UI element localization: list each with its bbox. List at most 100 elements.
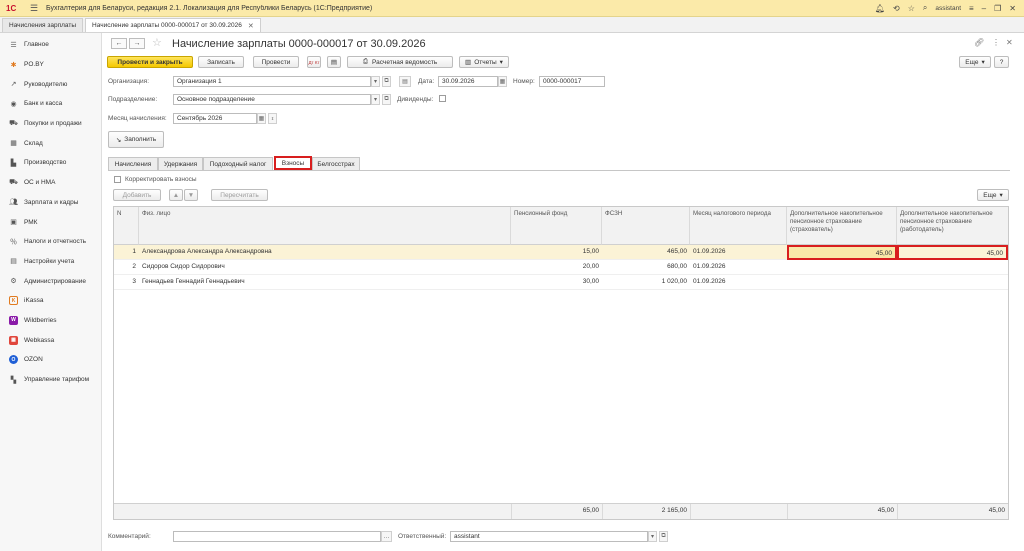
sidebar-item-accounting-settings[interactable]: ▤ Настройки учета	[0, 252, 101, 272]
tab-deductions[interactable]: Удержания	[158, 157, 203, 170]
dept-dropdown[interactable]: ▾	[371, 94, 380, 105]
bell-icon[interactable]: 🔔︎	[875, 4, 885, 13]
move-down-button[interactable]: ▼	[184, 189, 198, 201]
sidebar-item-sales[interactable]: ⛟ Покупки и продажи	[0, 114, 101, 134]
sidebar-item-main[interactable]: ☰ Главное	[0, 35, 101, 55]
ikassa-icon: K	[9, 296, 18, 306]
month-calendar-icon[interactable]: ▦	[257, 113, 266, 124]
settings-icon[interactable]: ≡	[969, 4, 974, 13]
tab-income-tax[interactable]: Подоходный налог	[203, 157, 273, 170]
sidebar-item-admin[interactable]: ⚙ Администрирование	[0, 271, 101, 291]
table-row[interactable]: 2 Сидоров Сидор Сидорович 20,00 680,00 0…	[114, 260, 1008, 275]
sidebar-item-ozon[interactable]: O OZON	[0, 350, 101, 370]
calendar-icon[interactable]: ▦	[498, 76, 507, 87]
dividends-checkbox[interactable]	[439, 95, 446, 102]
link-icon[interactable]: 🔗︎	[974, 38, 984, 47]
structure-button[interactable]: ▤	[327, 56, 341, 68]
tab-accruals[interactable]: Начисления	[108, 157, 158, 170]
user-name[interactable]: assistant	[935, 5, 961, 12]
gear-icon: ⚙	[10, 278, 17, 286]
recalculate-button[interactable]: Пересчитать	[211, 189, 268, 201]
close-tab-icon[interactable]: ✕	[248, 22, 254, 30]
sidebar-item-poby[interactable]: ✱ PO.BY	[0, 55, 101, 75]
star-icon[interactable]: ☆	[908, 4, 915, 13]
correct-contributions-checkbox[interactable]	[114, 176, 121, 183]
dept-field[interactable]: Основное подразделение	[173, 94, 371, 105]
sidebar-item-production[interactable]: ▙ Производство	[0, 153, 101, 173]
title-bar: 1С ☰ Бухгалтерия для Беларуси, редакция …	[0, 0, 1024, 17]
tab-belgosstrakh[interactable]: Белгосстрах	[312, 157, 360, 170]
number-field[interactable]: 0000-000017	[539, 76, 605, 87]
bank-icon: ◉	[10, 100, 17, 108]
payslip-button[interactable]: ⎙ Расчетная ведомость	[347, 56, 453, 68]
col-pension[interactable]: Пенсионный фонд	[511, 207, 602, 245]
responsible-open[interactable]: ⧉	[659, 531, 668, 542]
favorite-star-icon[interactable]: ☆	[152, 36, 162, 49]
close-form-icon[interactable]: ✕	[1006, 38, 1013, 47]
sidebar-item-webkassa[interactable]: ▦ Webkassa	[0, 330, 101, 350]
minimize-icon[interactable]: –	[982, 4, 986, 13]
col-tax-month[interactable]: Месяц налогового периода	[690, 207, 787, 245]
responsible-field[interactable]: assistant	[450, 531, 648, 542]
insurance-insurer-cell[interactable]: 45,00	[787, 245, 897, 260]
tab-salary-list[interactable]: Начисления зарплаты	[2, 18, 84, 32]
org-field[interactable]: Организация 1	[173, 76, 371, 87]
org-dropdown[interactable]: ▾	[371, 76, 380, 87]
dept-open[interactable]: ⧉	[382, 94, 391, 105]
sidebar-item-assets[interactable]: ⛟ ОС и НМА	[0, 173, 101, 193]
responsible-label: Ответственный:	[398, 533, 447, 540]
responsible-dropdown[interactable]: ▾	[648, 531, 657, 542]
dt-kt-button[interactable]: Дт Кт	[307, 56, 321, 68]
tab-salary-document[interactable]: Начисление зарплаты 0000-000017 от 30.09…	[85, 18, 261, 32]
table-row[interactable]: 3 Геннадьев Геннадий Геннадьевич 30,00 1…	[114, 275, 1008, 290]
total-pension: 65,00	[511, 504, 602, 519]
add-button[interactable]: Добавить	[113, 189, 161, 201]
contributions-table[interactable]: N Физ. лицо Пенсионный фонд ФСЗН Месяц н…	[113, 206, 1009, 520]
help-button[interactable]: ?	[994, 56, 1009, 68]
structure-icon: ▤	[330, 59, 338, 66]
restore-icon[interactable]: ❐	[994, 4, 1001, 13]
total-insurance-employer: 45,00	[897, 504, 1008, 519]
org-open[interactable]: ⧉	[382, 76, 391, 87]
insurance-employer-cell[interactable]: 45,00	[897, 245, 1008, 260]
sidebar-item-manager[interactable]: ↗ Руководителю	[0, 74, 101, 94]
sidebar-item-tariff[interactable]: ▚ Управление тарифом	[0, 370, 101, 390]
post-button[interactable]: Провести	[253, 56, 299, 68]
comment-field[interactable]	[173, 531, 381, 542]
help-icon: ?	[999, 58, 1004, 66]
more-vertical-icon[interactable]: ⋮	[992, 38, 1000, 47]
col-fszn[interactable]: ФСЗН	[602, 207, 690, 245]
sidebar-item-warehouse[interactable]: ▦ Склад	[0, 133, 101, 153]
sidebar-item-salary[interactable]: 👥︎ Зарплата и кадры	[0, 193, 101, 213]
fill-button[interactable]: ↘ Заполнить	[108, 131, 164, 148]
sidebar-item-bank[interactable]: ◉ Банк и касса	[0, 94, 101, 114]
move-up-button[interactable]: ▲	[169, 189, 183, 201]
comment-expand-button[interactable]: …	[381, 531, 392, 542]
sidebar-item-rmk[interactable]: ▣ РМК	[0, 212, 101, 232]
col-person[interactable]: Физ. лицо	[139, 207, 511, 245]
sidebar-item-taxes[interactable]: ％ Налоги и отчетность	[0, 232, 101, 252]
col-insurance-employer[interactable]: Дополнительное накопительное пенсионное …	[897, 207, 1008, 245]
col-n[interactable]: N	[114, 207, 139, 245]
post-and-close-button[interactable]: Провести и закрыть	[107, 56, 193, 68]
month-field[interactable]: Сентябрь 2026	[173, 113, 257, 124]
history-icon[interactable]: ⟲	[893, 4, 900, 13]
forward-button[interactable]: →	[129, 38, 145, 49]
back-button[interactable]: ←	[111, 38, 127, 49]
month-stepper[interactable]: ⇕	[268, 113, 277, 124]
col-insurance-insurer[interactable]: Дополнительное накопительное пенсионное …	[787, 207, 897, 245]
tab-contributions[interactable]: Взносы	[274, 156, 312, 170]
menu-icon[interactable]: ☰	[30, 3, 40, 14]
sidebar-item-wildberries[interactable]: W Wildberries	[0, 311, 101, 331]
wildberries-icon: W	[9, 315, 18, 325]
grid-more-button[interactable]: Еще ▾	[977, 189, 1009, 201]
close-icon[interactable]: ✕	[1009, 4, 1016, 13]
more-button[interactable]: Еще ▾	[959, 56, 991, 68]
save-button[interactable]: Записать	[198, 56, 244, 68]
search-icon[interactable]: ⌕	[923, 3, 927, 13]
date-field[interactable]: 30.09.2026	[438, 76, 498, 87]
sidebar-item-ikassa[interactable]: KiKassa	[0, 291, 101, 311]
table-row[interactable]: 1 Александрова Александра Александровна …	[114, 245, 1008, 260]
reports-button[interactable]: ▥ Отчеты ▾	[459, 56, 509, 68]
org-settings-button[interactable]: ▤	[399, 76, 411, 87]
